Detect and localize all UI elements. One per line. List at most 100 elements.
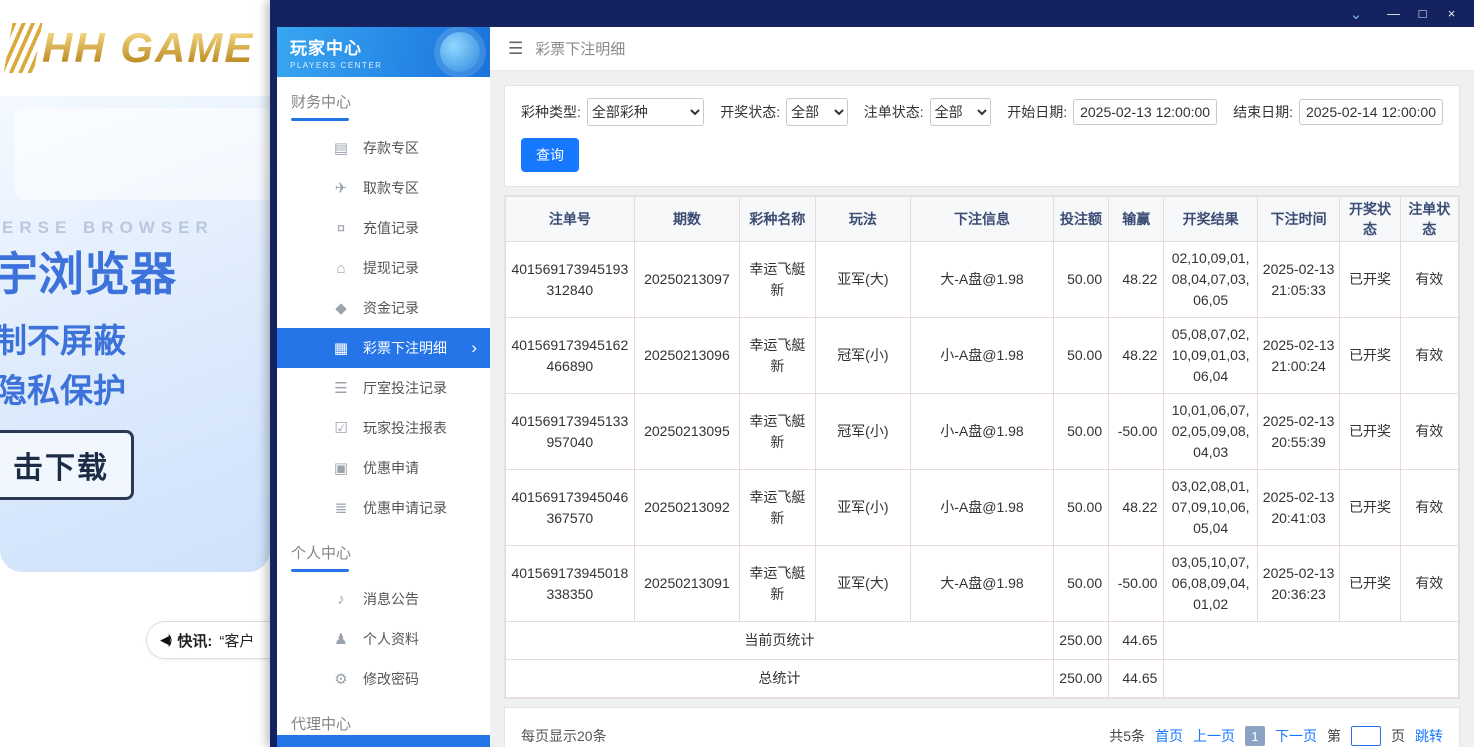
cell-time: 2025-02-13 21:05:33 [1257, 242, 1339, 318]
start-date-input[interactable] [1073, 99, 1217, 125]
sidebar-item-label: 消息公告 [363, 589, 419, 609]
window-maximize-button[interactable]: □ [1408, 6, 1437, 21]
cell-result: 02,10,09,01,08,04,07,03,06,05 [1164, 242, 1257, 318]
sidebar-subtitle: PLAYERS CENTER [290, 61, 382, 70]
jump-page-input[interactable] [1351, 726, 1381, 746]
withdraw-icon: ✈ [331, 179, 351, 197]
cell-amount: 50.00 [1053, 318, 1108, 394]
next-page-link[interactable]: 下一页 [1275, 726, 1317, 746]
current-page-button[interactable]: 1 [1245, 726, 1265, 746]
cell-bet-no: 401569173945046367570 [506, 470, 635, 546]
bet-table-card: 注单号 期数 彩种名称 玩法 下注信息 投注额 输赢 开奖结果 下注时间 开奖状… [504, 195, 1460, 699]
cell-bet-status: 有效 [1400, 546, 1458, 622]
cell-bet-status: 有效 [1400, 242, 1458, 318]
col-lottery-name: 彩种名称 [740, 197, 815, 242]
cell-winloss: 48.22 [1109, 470, 1164, 546]
draw-status-label: 开奖状态: [720, 102, 780, 122]
cell-lottery-name: 幸运飞艇新 [740, 318, 815, 394]
end-date-label: 结束日期: [1233, 102, 1293, 122]
sidebar-item-player-bet-report[interactable]: ☑ 玩家投注报表 [277, 408, 490, 448]
sidebar-item-promo-apply-records[interactable]: ≣ 优惠申请记录 [277, 488, 490, 528]
sidebar-item-label: 玩家投注报表 [363, 418, 447, 438]
cell-result: 10,01,06,07,02,05,09,08,04,03 [1164, 394, 1257, 470]
search-button[interactable]: 查询 [521, 138, 579, 172]
page-summary-amount: 250.00 [1053, 622, 1108, 660]
jump-button[interactable]: 跳转 [1415, 726, 1443, 746]
cell-winloss: -50.00 [1109, 394, 1164, 470]
cell-bet-info: 小-A盘@1.98 [911, 394, 1054, 470]
cell-bet-status: 有效 [1400, 394, 1458, 470]
sidebar-item-deposit[interactable]: ▤ 存款专区 [277, 128, 490, 168]
cell-play: 亚军(小) [815, 470, 911, 546]
pagination-bar: 每页显示20条 共5条 首页 上一页 1 下一页 第 页 跳转 [504, 707, 1460, 747]
download-button[interactable]: 击下载 [0, 430, 134, 500]
table-row: 401569173945046367570 20250213092 幸运飞艇新 … [506, 470, 1459, 546]
promo-illustration [14, 108, 270, 200]
col-bet-no: 注单号 [506, 197, 635, 242]
jump-prefix-label: 第 [1327, 726, 1341, 746]
prev-page-link[interactable]: 上一页 [1193, 726, 1235, 746]
sidebar-item-recharge-records[interactable]: ¤ 充值记录 [277, 208, 490, 248]
sidebar-bottom-bar [277, 735, 490, 747]
cell-bet-no: 401569173945162466890 [506, 318, 635, 394]
user-icon: ♟ [331, 630, 351, 648]
bell-icon: ♪ [331, 591, 351, 608]
sidebar-item-promo-apply[interactable]: ▣ 优惠申请 [277, 448, 490, 488]
cell-draw-status: 已开奖 [1340, 470, 1400, 546]
chevron-down-icon[interactable]: ⌄ [1341, 5, 1371, 23]
jump-suffix-label: 页 [1391, 726, 1405, 746]
end-date-input[interactable] [1299, 99, 1443, 125]
window-close-button[interactable]: × [1437, 6, 1466, 21]
sidebar-item-label: 充值记录 [363, 218, 419, 238]
main-area: ☰ 彩票下注明细 彩种类型: 全部彩种 开奖状态: 全部 注单 [490, 27, 1474, 747]
table-row: 401569173945162466890 20250213096 幸运飞艇新 … [506, 318, 1459, 394]
total-summary-winloss: 44.65 [1109, 660, 1164, 698]
cell-period: 20250213092 [634, 470, 740, 546]
sidebar-item-profile[interactable]: ♟ 个人资料 [277, 619, 490, 659]
total-summary-empty [1164, 660, 1459, 698]
cell-time: 2025-02-13 20:55:39 [1257, 394, 1339, 470]
first-page-link[interactable]: 首页 [1155, 726, 1183, 746]
sidebar-item-room-bet-records[interactable]: ☰ 厅室投注记录 [277, 368, 490, 408]
sidebar-item-fund-records[interactable]: ◆ 资金记录 [277, 288, 490, 328]
start-date-label: 开始日期: [1007, 102, 1067, 122]
window-minimize-button[interactable]: — [1379, 6, 1408, 21]
sidebar-item-lottery-bet-details[interactable]: ▦ 彩票下注明细 › [277, 328, 490, 368]
cell-bet-no: 401569173945133957040 [506, 394, 635, 470]
promo-line-2: 制不屏蔽 [0, 314, 126, 362]
cell-bet-no: 401569173945018338350 [506, 546, 635, 622]
speaker-icon: ◀) [160, 632, 170, 648]
sidebar-item-label: 厅室投注记录 [363, 378, 447, 398]
table-header-row: 注单号 期数 彩种名称 玩法 下注信息 投注额 输赢 开奖结果 下注时间 开奖状… [506, 197, 1459, 242]
bet-status-select[interactable]: 全部 [930, 98, 992, 126]
col-play: 玩法 [815, 197, 911, 242]
cell-bet-no: 401569173945193312840 [506, 242, 635, 318]
gear-icon: ⚙ [331, 670, 351, 688]
lottery-type-select[interactable]: 全部彩种 [587, 98, 704, 126]
col-period: 期数 [634, 197, 740, 242]
sidebar-item-label: 个人资料 [363, 629, 419, 649]
sidebar-title: 玩家中心 [290, 34, 382, 59]
col-amount: 投注额 [1053, 197, 1108, 242]
page-summary-empty [1164, 622, 1459, 660]
deposit-icon: ▤ [331, 139, 351, 157]
sidebar-item-messages[interactable]: ♪ 消息公告 [277, 579, 490, 619]
cell-lottery-name: 幸运飞艇新 [740, 546, 815, 622]
sidebar-item-label: 取款专区 [363, 178, 419, 198]
total-count-label: 共5条 [1109, 726, 1145, 746]
sidebar-item-change-password[interactable]: ⚙ 修改密码 [277, 659, 490, 699]
total-summary-amount: 250.00 [1053, 660, 1108, 698]
lottery-detail-icon: ▦ [331, 339, 351, 357]
draw-status-select[interactable]: 全部 [786, 98, 848, 126]
menu-toggle-icon[interactable]: ☰ [508, 39, 523, 59]
cell-draw-status: 已开奖 [1340, 394, 1400, 470]
cell-play: 冠军(小) [815, 318, 911, 394]
cell-winloss: 48.22 [1109, 318, 1164, 394]
cell-bet-info: 大-A盘@1.98 [911, 546, 1054, 622]
cell-bet-info: 小-A盘@1.98 [911, 470, 1054, 546]
cell-lottery-name: 幸运飞艇新 [740, 394, 815, 470]
site-logo-area: HH GAME [0, 0, 270, 96]
page-summary-winloss: 44.65 [1109, 622, 1164, 660]
sidebar-item-withdraw[interactable]: ✈ 取款专区 [277, 168, 490, 208]
sidebar-item-withdrawal-records[interactable]: ⌂ 提现记录 [277, 248, 490, 288]
